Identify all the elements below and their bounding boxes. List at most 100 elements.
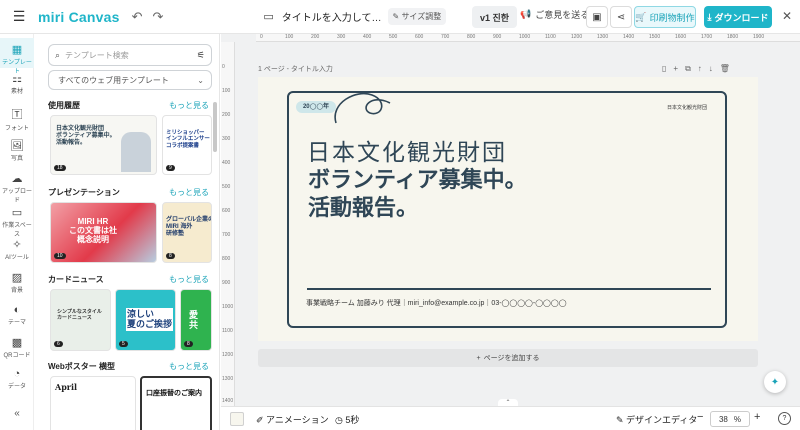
rail-item-theme[interactable]: ◐ テーマ bbox=[0, 304, 34, 326]
rail-item-font[interactable]: 🅃 フォント bbox=[0, 106, 34, 132]
rail-label: アップロード bbox=[1, 189, 32, 204]
template-thumb[interactable]: ミリショッパー インフルエンサー コラボ提案書 9 bbox=[162, 115, 212, 175]
palette-icon: ◐ bbox=[13, 304, 21, 316]
more-link-cardnews[interactable]: もっと見る bbox=[169, 274, 209, 285]
rail-item-template[interactable]: ▦ テンプレート bbox=[0, 38, 34, 75]
decorative-loop bbox=[334, 92, 391, 124]
thumb-people-image bbox=[121, 132, 151, 172]
template-thumb[interactable]: 口座振替のご案内 bbox=[140, 376, 212, 430]
more-link-history[interactable]: もっと見る bbox=[169, 100, 209, 111]
search-input[interactable]: ⌕ テンプレート検索 ⚟ bbox=[48, 44, 212, 66]
zoom-out-icon[interactable]: − bbox=[697, 411, 703, 423]
ruler-tick: 800 bbox=[467, 34, 476, 40]
rail-label: 写真 bbox=[10, 156, 23, 162]
resize-button[interactable]: ✎ サイズ調整 bbox=[387, 8, 447, 25]
download-button[interactable]: ⤓ ダウンロード bbox=[704, 6, 772, 28]
ruler-tick: 1200 bbox=[571, 34, 583, 40]
print-button[interactable]: 🛒 印刷物制作 bbox=[634, 6, 696, 28]
animation-label: アニメーション bbox=[266, 415, 329, 425]
panel-scrollbar[interactable] bbox=[213, 102, 217, 152]
redo-icon[interactable]: ↷ bbox=[152, 9, 163, 25]
thumb-badge: 9 bbox=[166, 165, 175, 171]
page-icon[interactable]: ▯ bbox=[662, 64, 666, 74]
arrow-up-icon[interactable]: ↑ bbox=[698, 64, 702, 74]
template-thumb[interactable]: April bbox=[50, 376, 136, 430]
ruler-tick: 500 bbox=[389, 34, 398, 40]
headline-line-1: ボランティア募集中。 bbox=[308, 167, 527, 192]
ruler-tick: 500 bbox=[222, 184, 231, 190]
cart-icon: 🛒 bbox=[635, 11, 647, 22]
template-thumb[interactable]: グローバル企業の取組 MIRI 海外 研修塾 8 bbox=[162, 202, 212, 263]
template-thumb[interactable]: 涼しい 夏のご挨拶 5 bbox=[115, 289, 176, 351]
ruler-tick: 100 bbox=[285, 34, 294, 40]
rail-label: フォント bbox=[4, 126, 29, 132]
download-icon: ⤓ bbox=[707, 11, 712, 22]
rail-item-qr[interactable]: ▩ QRコード bbox=[0, 336, 34, 359]
collapse-panel-icon[interactable]: « bbox=[0, 408, 34, 419]
more-link-webposter[interactable]: もっと見る bbox=[169, 361, 209, 372]
close-icon[interactable]: ✕ bbox=[782, 9, 792, 23]
footer-divider[interactable] bbox=[307, 288, 711, 290]
document-title[interactable]: タイトルを入力して… bbox=[282, 9, 382, 24]
template-category-select[interactable]: すべてのウェブ用テンプレート ⌄ bbox=[48, 70, 212, 90]
headline-line-2: 活動報告。 bbox=[308, 195, 419, 220]
ruler-tick: 600 bbox=[415, 34, 424, 40]
duration-label: 5秒 bbox=[345, 415, 360, 425]
rail-item-elements[interactable]: ⚏ 素材 bbox=[0, 72, 34, 95]
page-color-swatch[interactable] bbox=[230, 412, 244, 426]
ruler-tick: 1400 bbox=[623, 34, 635, 40]
undo-icon[interactable]: ↶ bbox=[132, 9, 143, 25]
trash-icon[interactable]: 🗑 bbox=[720, 64, 730, 74]
template-thumb[interactable]: 愛 共 8 bbox=[180, 289, 212, 351]
ruler-tick: 1700 bbox=[701, 34, 713, 40]
ruler-tick: 700 bbox=[222, 232, 231, 238]
design-editor-button[interactable]: ✎ デザインエディタ bbox=[616, 413, 697, 426]
help-icon[interactable]: ? bbox=[778, 412, 791, 425]
version-button[interactable]: v1 진한 bbox=[472, 6, 518, 28]
thumb-badge: 10 bbox=[54, 253, 66, 259]
feedback-button[interactable]: 📢 ご意見を送る bbox=[520, 8, 589, 21]
thumb-text: MIRI HR この文書は社 概念説明 bbox=[69, 217, 117, 245]
template-thumb[interactable]: 日本文化観光財団 ボランティア募集中。 活動報告。 18 bbox=[50, 115, 157, 175]
select-value: すべてのウェブ用テンプレート bbox=[58, 75, 169, 85]
zoom-in-icon[interactable]: + bbox=[754, 411, 760, 423]
more-link-presentation[interactable]: もっと見る bbox=[169, 187, 209, 198]
add-page-button[interactable]: + ページを追加する bbox=[258, 349, 758, 367]
rail-item-data[interactable]: ◔ データ bbox=[0, 368, 34, 390]
arrow-down-icon[interactable]: ↓ bbox=[709, 64, 713, 74]
thumb-badge: 6 bbox=[54, 341, 63, 347]
year-pill[interactable]: 20◯◯年 bbox=[296, 101, 336, 113]
add-icon[interactable]: + bbox=[673, 64, 678, 74]
page-title-label[interactable]: 1 ページ - タイトル入力 bbox=[258, 64, 333, 74]
template-thumb[interactable]: シンプルなスタイル カードニュース 6 bbox=[50, 289, 111, 351]
ruler-tick: 900 bbox=[222, 280, 231, 286]
filter-icon[interactable]: ⚟ bbox=[197, 50, 205, 61]
duration-button[interactable]: ◷ 5秒 bbox=[335, 413, 359, 426]
download-label: ダウンロード bbox=[714, 12, 769, 23]
rail-label: 作業スペース bbox=[2, 223, 32, 238]
share-icon[interactable]: ⋖ bbox=[610, 6, 632, 28]
rail-item-background[interactable]: ▨ 背景 bbox=[0, 271, 34, 294]
thumb-text: グローバル企業の取組 MIRI 海外 研修塾 bbox=[166, 217, 211, 237]
data-icon: ◔ bbox=[13, 368, 21, 380]
rail-item-workspace[interactable]: ▭ 作業スペース bbox=[0, 206, 34, 238]
rail-item-upload[interactable]: ☁ アップロード bbox=[0, 172, 34, 204]
rail-item-ai[interactable]: ✧ AIツール bbox=[0, 238, 34, 261]
megaphone-icon: 📢 bbox=[520, 9, 532, 19]
ai-assistant-icon[interactable]: ✦ bbox=[764, 371, 786, 393]
duplicate-icon[interactable]: ⧉ bbox=[685, 64, 691, 74]
thumb-badge: 8 bbox=[166, 253, 175, 259]
org-name-large[interactable]: 日本文化観光財団 bbox=[307, 133, 507, 167]
animation-button[interactable]: ✐ アニメーション bbox=[256, 413, 329, 426]
rail-item-photo[interactable]: 🖼 写真 bbox=[0, 139, 34, 162]
ruler-tick: 300 bbox=[222, 136, 231, 142]
template-thumb[interactable]: MIRI HR この文書は社 概念説明 10 bbox=[50, 202, 157, 263]
contact-line[interactable]: 事業戦略チーム 加藤みり 代理｜miri_info@example.co.jp｜… bbox=[306, 298, 567, 308]
zoom-input[interactable]: 38% bbox=[710, 411, 750, 427]
app-logo[interactable]: miri Canvas bbox=[38, 9, 120, 25]
save-icon[interactable]: ▣ bbox=[586, 6, 608, 28]
org-name-small[interactable]: 日本文化観光財団 bbox=[667, 104, 707, 111]
ruler-tick: 1900 bbox=[753, 34, 765, 40]
hamburger-menu-icon[interactable]: ☰ bbox=[8, 6, 30, 28]
headline[interactable]: ボランティア募集中。 活動報告。 bbox=[308, 166, 527, 222]
